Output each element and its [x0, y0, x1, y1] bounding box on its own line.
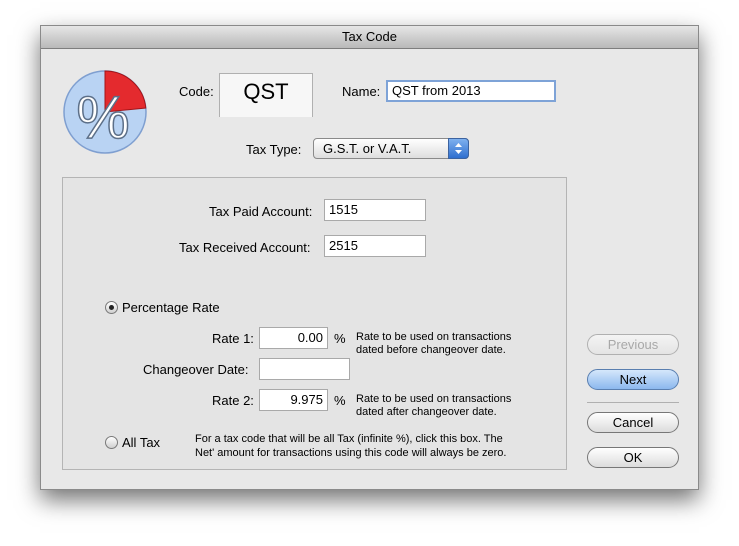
- all-tax-note-line2: Net' amount for transactions using this …: [195, 447, 507, 459]
- changeover-date-label: Changeover Date:: [143, 362, 249, 377]
- rate1-unit: %: [334, 331, 346, 346]
- tax-code-dialog: Tax Code % Code: QST Name: QST from 2013…: [40, 25, 699, 490]
- percentage-rate-label[interactable]: Percentage Rate: [122, 300, 220, 315]
- tax-type-label: Tax Type:: [246, 142, 302, 157]
- changeover-date-field[interactable]: [259, 358, 350, 380]
- rate1-label: Rate 1:: [212, 331, 254, 346]
- rate2-note-line1: Rate to be used on transactions: [356, 393, 512, 405]
- select-stepper-icon: [448, 138, 469, 159]
- previous-button[interactable]: Previous: [587, 334, 679, 355]
- tax-type-select[interactable]: G.S.T. or V.A.T.: [313, 138, 469, 159]
- radio-selected-dot: [109, 305, 114, 310]
- next-button[interactable]: Next: [587, 369, 679, 390]
- code-label: Code:: [179, 84, 214, 99]
- rate1-field[interactable]: 0.00: [259, 327, 328, 349]
- rate1-note-line1: Rate to be used on transactions: [356, 331, 512, 343]
- code-value: QST: [243, 79, 289, 104]
- tax-type-value: G.S.T. or V.A.T.: [323, 141, 412, 156]
- rate2-label: Rate 2:: [212, 393, 254, 408]
- button-divider: [587, 402, 679, 403]
- tax-paid-account-field[interactable]: 1515: [324, 199, 426, 221]
- ok-button[interactable]: OK: [587, 447, 679, 468]
- tax-received-account-field[interactable]: 2515: [324, 235, 426, 257]
- tax-paid-label: Tax Paid Account:: [209, 204, 313, 219]
- code-display: QST: [219, 73, 313, 117]
- all-tax-radio[interactable]: [105, 436, 118, 449]
- cancel-button[interactable]: Cancel: [587, 412, 679, 433]
- svg-text:%: %: [76, 84, 129, 151]
- rate2-unit: %: [334, 393, 346, 408]
- all-tax-label[interactable]: All Tax: [122, 435, 160, 450]
- rate1-note-line2: dated before changeover date.: [356, 344, 506, 356]
- rate2-field[interactable]: 9.975: [259, 389, 328, 411]
- rate-settings-group: [62, 177, 567, 470]
- window-title: Tax Code: [41, 26, 698, 49]
- name-field[interactable]: QST from 2013: [386, 80, 556, 102]
- tax-received-label: Tax Received Account:: [179, 240, 311, 255]
- name-label: Name:: [342, 84, 381, 99]
- all-tax-note-line1: For a tax code that will be all Tax (inf…: [195, 433, 503, 445]
- percentage-rate-radio[interactable]: [105, 301, 118, 314]
- rate2-note-line2: dated after changeover date.: [356, 406, 497, 418]
- percent-pie-icon: %: [61, 68, 149, 156]
